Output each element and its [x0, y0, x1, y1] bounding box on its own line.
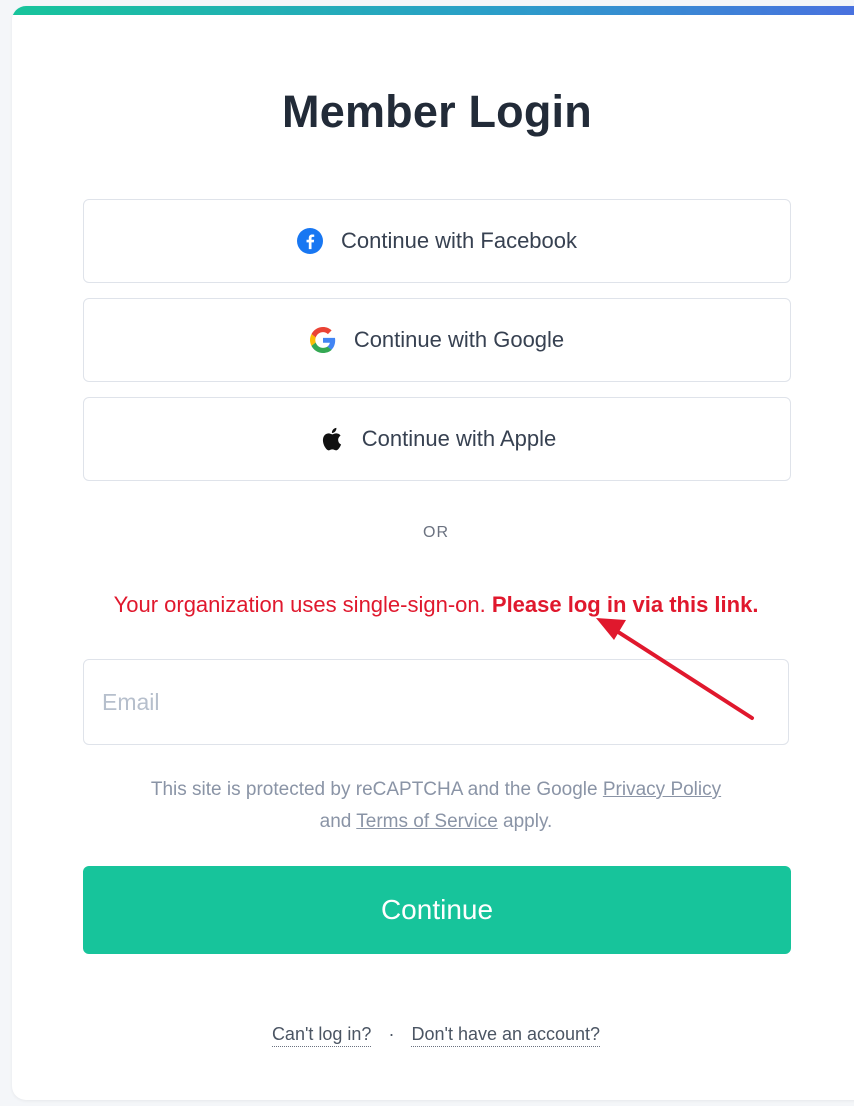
- facebook-icon: [296, 228, 323, 254]
- google-login-button[interactable]: Continue with Google: [83, 298, 791, 382]
- footer-separator: ·: [388, 1024, 395, 1044]
- footer-links: Can't log in? · Don't have an account?: [12, 1024, 854, 1047]
- cant-login-link[interactable]: Can't log in?: [271, 1024, 372, 1047]
- privacy-policy-link[interactable]: Privacy Policy: [603, 779, 721, 800]
- facebook-login-button[interactable]: Continue with Facebook: [83, 199, 791, 283]
- email-input[interactable]: [83, 659, 789, 745]
- top-gradient-bar: [12, 6, 854, 15]
- apple-login-label: Continue with Apple: [361, 426, 557, 451]
- recaptcha-and: and: [319, 811, 352, 832]
- sso-message: Your organization uses single-sign-on. P…: [83, 586, 789, 624]
- no-account-link[interactable]: Don't have an account?: [411, 1024, 601, 1047]
- recaptcha-notice: This site is protected by reCAPTCHA and …: [83, 774, 789, 838]
- sso-message-text: Your organization uses single-sign-on.: [113, 592, 486, 617]
- facebook-login-label: Continue with Facebook: [340, 228, 578, 253]
- google-login-label: Continue with Google: [353, 327, 565, 352]
- continue-button[interactable]: Continue: [83, 866, 791, 954]
- sso-login-link[interactable]: Please log in via this link.: [492, 592, 759, 617]
- apple-login-button[interactable]: Continue with Apple: [83, 397, 791, 481]
- login-card: Member Login Continue with Facebook Cont…: [12, 6, 854, 1100]
- or-divider: OR: [423, 524, 449, 541]
- apple-icon: [318, 426, 344, 452]
- recaptcha-suffix: apply.: [503, 811, 553, 832]
- google-icon: [309, 327, 336, 353]
- recaptcha-prefix: This site is protected by reCAPTCHA and …: [150, 779, 598, 800]
- page-title: Member Login: [282, 86, 592, 137]
- terms-of-service-link[interactable]: Terms of Service: [356, 811, 497, 832]
